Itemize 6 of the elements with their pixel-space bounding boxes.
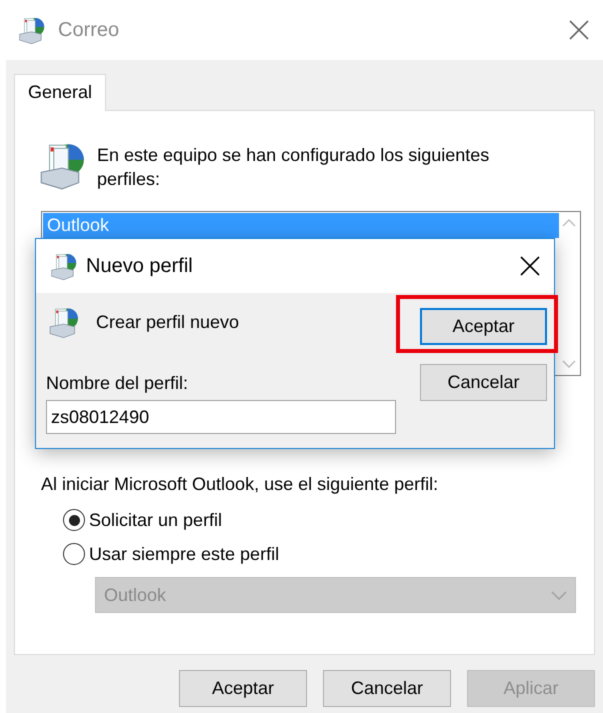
dialog-message: Crear perfil nuevo	[96, 312, 240, 332]
dialog-title: Nuevo perfil	[86, 254, 194, 278]
intro-text: En este equipo se han configurado los siguientes perfiles:	[97, 144, 490, 191]
startup-label: Al iniciar Microsoft Outlook, use el siguiente perfil:	[41, 474, 440, 495]
window-title: Correo	[58, 18, 120, 42]
field-label: Nombre del perfil:	[46, 373, 190, 394]
